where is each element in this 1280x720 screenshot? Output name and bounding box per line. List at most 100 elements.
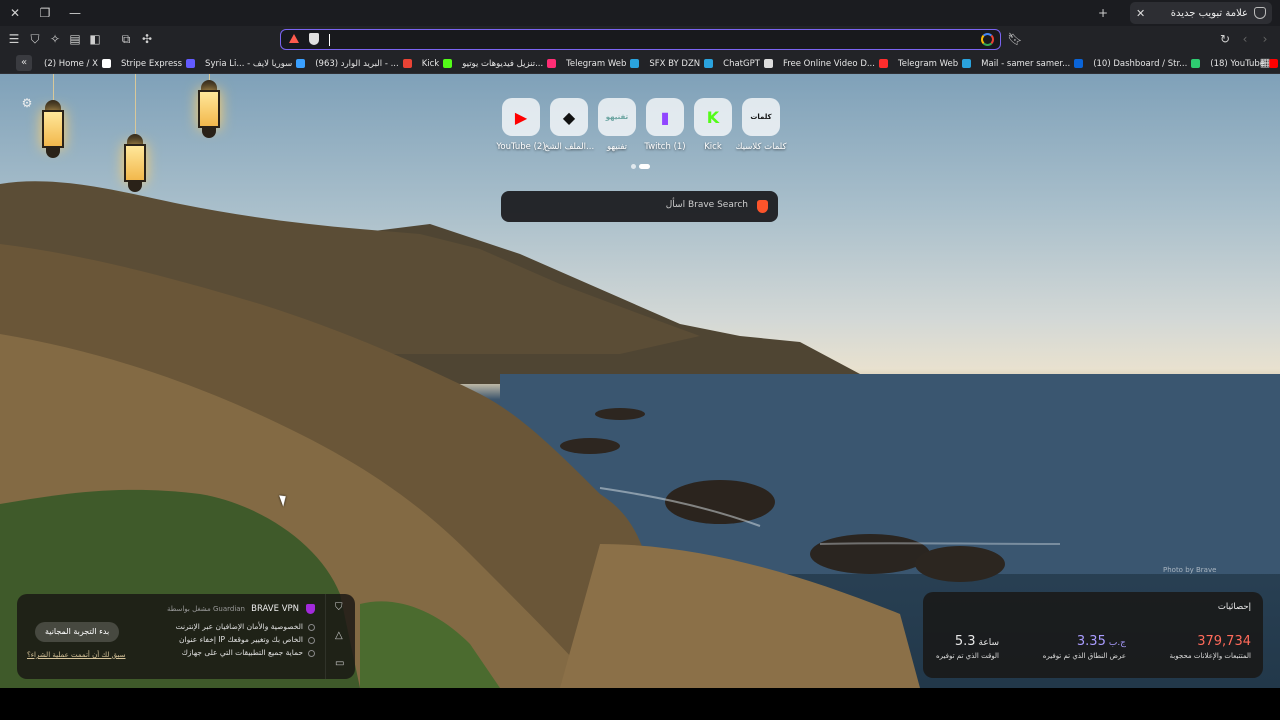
warning-icon[interactable] <box>289 34 299 43</box>
top-site-glyph: ▶ <box>514 107 528 127</box>
top-site-tile[interactable]: ▶ YouTube (2) <box>496 98 546 152</box>
restore-window-icon[interactable]: ❐ <box>36 4 54 22</box>
top-site-label: YouTube (2) <box>496 142 546 152</box>
reload-icon[interactable]: ↻ <box>1217 31 1233 47</box>
close-tab-icon[interactable]: ✕ <box>1136 7 1145 20</box>
tab-overview-icon[interactable]: ▤ <box>67 31 83 47</box>
bookmark-item[interactable]: (2) Home / X <box>44 59 111 69</box>
check-icon <box>308 623 315 631</box>
screen-bottom-bar <box>0 688 1280 720</box>
bookmark-favicon-icon <box>878 59 888 68</box>
tab-new-tab[interactable]: ✕ علامة تبويب جديدة <box>1130 2 1272 24</box>
toolbar: ☰ ⛉ ✧ ▤ ◧ ⧉ ✣ 🔖︎ ↻ ‹ › <box>0 26 1280 53</box>
top-site-tile[interactable]: K Kick <box>689 98 737 152</box>
bookmarks-bar: « (2) Home / X Stripe Express Syria Li... … <box>0 53 1280 74</box>
bookmark-label: (963) البريد الوارد - ... <box>315 58 399 69</box>
top-site-tile[interactable]: ▮ Twitch (1) <box>641 98 689 152</box>
bookmark-item[interactable]: Telegram Web <box>897 58 972 69</box>
top-site-tile[interactable]: ◆ الملف الشخ... <box>543 98 595 152</box>
vpn-feature: إخفاء عنوان IP الخاص بك وتغيير موقعك <box>179 635 315 644</box>
top-site-tile[interactable]: تفنيهو تفنيهو <box>593 98 641 152</box>
check-icon <box>308 649 315 657</box>
bookmark-favicon-icon <box>402 59 412 68</box>
vpn-widget: ⛉ △ ▭ BRAVE VPN مشغل بواسطة Guardian الخ… <box>17 594 355 679</box>
widget-settings-icon[interactable]: ▭ <box>335 658 344 669</box>
bookmark-favicon-icon <box>443 59 453 68</box>
page-dot-active[interactable] <box>639 164 650 169</box>
stat-bandwidth-value: 3.35 <box>1076 634 1106 649</box>
bookmark-label: (18) YouTube <box>1210 58 1266 69</box>
bookmark-favicon-icon <box>186 59 196 68</box>
screenshot-icon[interactable]: ⧉ <box>118 31 134 47</box>
bookmark-item[interactable]: SFX BY DZN <box>649 58 714 69</box>
browser-window: ✕ ❐ — + ✕ علامة تبويب جديدة ☰ ⛉ ✧ ▤ ◧ ⧉ … <box>0 0 1280 688</box>
stat-blocked-desc: المتتبعات والإعلانات محجوبة <box>1169 652 1251 660</box>
stat-time-unit: ساعة <box>978 638 999 648</box>
bookmark-favicon-icon <box>1074 59 1084 68</box>
bookmark-item[interactable]: (10) Dashboard / Str... <box>1093 59 1201 69</box>
top-site-tile[interactable]: كلمات كلمات كلاسيك <box>735 98 787 152</box>
back-icon[interactable]: ‹ <box>1237 31 1253 47</box>
bookmark-icon[interactable]: 🔖︎ <box>1007 31 1023 47</box>
top-site-glyph: ◆ <box>562 107 576 127</box>
bookmarks-collapse-icon[interactable]: « <box>16 55 32 71</box>
stat-blocked-value: 379,734 <box>1197 634 1251 649</box>
tab-title: علامة تبويب جديدة <box>1170 7 1248 19</box>
top-site-label: الملف الشخ... <box>543 142 595 152</box>
top-site-icon: ▶ <box>502 98 540 136</box>
top-site-icon: كلمات <box>742 98 780 136</box>
bookmark-label: Free Online Video D... <box>782 58 875 69</box>
top-sites: ▶ YouTube (2) ◆ الملف الشخ... تفنيهو تفنيهو ▮ T… <box>496 98 787 152</box>
top-site-glyph: كلمات <box>750 113 772 121</box>
bookmark-item[interactable]: Telegram Web <box>566 59 640 69</box>
page-dot[interactable] <box>631 164 636 169</box>
stats-title: إحصائيات <box>1217 602 1251 612</box>
shield-icon[interactable]: ⛉ <box>27 31 43 47</box>
minimize-window-icon[interactable]: — <box>66 4 84 22</box>
stat-time-value: 5.3 <box>954 634 976 649</box>
stat-bandwidth: ج.ب3.35 عرض النطاق الذي تم توفيره <box>1043 630 1126 660</box>
bookmark-item[interactable]: Kick <box>422 59 453 69</box>
bookmark-favicon-icon <box>962 59 972 68</box>
extensions-icon[interactable]: ✣ <box>139 31 155 47</box>
text-caret <box>329 34 330 46</box>
bookmark-item[interactable]: Mail - samer samer... <box>981 58 1084 69</box>
leo-icon[interactable]: ✧ <box>47 31 63 47</box>
photo-credit[interactable]: Photo by Brave <box>1163 566 1216 574</box>
bookmarks-list: (2) Home / X Stripe Express Syria Li... - … <box>44 53 1280 74</box>
bookmark-item[interactable]: Free Online Video D... <box>783 59 888 69</box>
new-tab-page: ⚙ ▶ YouTube (2) ◆ الملف الشخ... تفنيهو تفنيهو… <box>0 74 1280 688</box>
bookmark-label: SFX BY DZN <box>649 58 701 69</box>
menu-icon[interactable]: ☰ <box>6 31 22 47</box>
new-tab-button[interactable]: + <box>1094 4 1112 22</box>
forward-icon[interactable]: › <box>1257 31 1273 47</box>
sidebar-icon[interactable]: ◧ <box>87 31 103 47</box>
bookmark-item[interactable]: ChatGPT <box>723 59 773 69</box>
bookmark-item[interactable]: تنزيل فيديوهات يوتيو... <box>462 59 557 69</box>
close-window-icon[interactable]: ✕ <box>6 4 24 22</box>
check-icon <box>308 636 315 644</box>
bookmark-label: Stripe Express <box>120 58 183 69</box>
settings-gear-icon[interactable]: ⚙ <box>20 96 34 110</box>
bookmark-label: Kick <box>421 58 440 69</box>
stat-time: ساعة5.3 الوقت الذي تم توفيره <box>936 630 999 660</box>
start-free-trial-button[interactable]: بدء التجربة المجانية <box>35 622 120 642</box>
bookmark-item[interactable]: (963) البريد الوارد - ... <box>315 58 412 69</box>
vpn-badge-icon <box>306 604 315 614</box>
warning-triangle-icon[interactable]: △ <box>335 630 343 641</box>
stat-bandwidth-unit: ج.ب <box>1108 638 1126 648</box>
top-site-glyph: ▮ <box>660 107 670 127</box>
vpn-widget-sidebar: ⛉ △ ▭ <box>325 594 355 679</box>
bookmark-label: Mail - samer samer... <box>981 58 1071 69</box>
more-bookmarks-icon[interactable]: ▦ <box>1258 56 1272 70</box>
address-bar[interactable] <box>280 29 1001 50</box>
already-purchased-link[interactable]: سبق لك أن أتممت عملية الشراء؟ <box>27 651 125 659</box>
top-site-glyph: K <box>706 107 720 127</box>
bookmark-item[interactable]: Syria Li... - سوريا لايف <box>205 59 306 69</box>
brave-shields-icon[interactable] <box>309 33 319 45</box>
bookmark-item[interactable]: Stripe Express <box>120 58 196 69</box>
brave-search-box[interactable]: اسأل Brave Search <box>501 191 778 222</box>
vpn-shield-icon[interactable]: ⛉ <box>335 602 343 613</box>
bookmark-label: Telegram Web <box>897 58 959 69</box>
google-icon[interactable] <box>981 33 994 46</box>
